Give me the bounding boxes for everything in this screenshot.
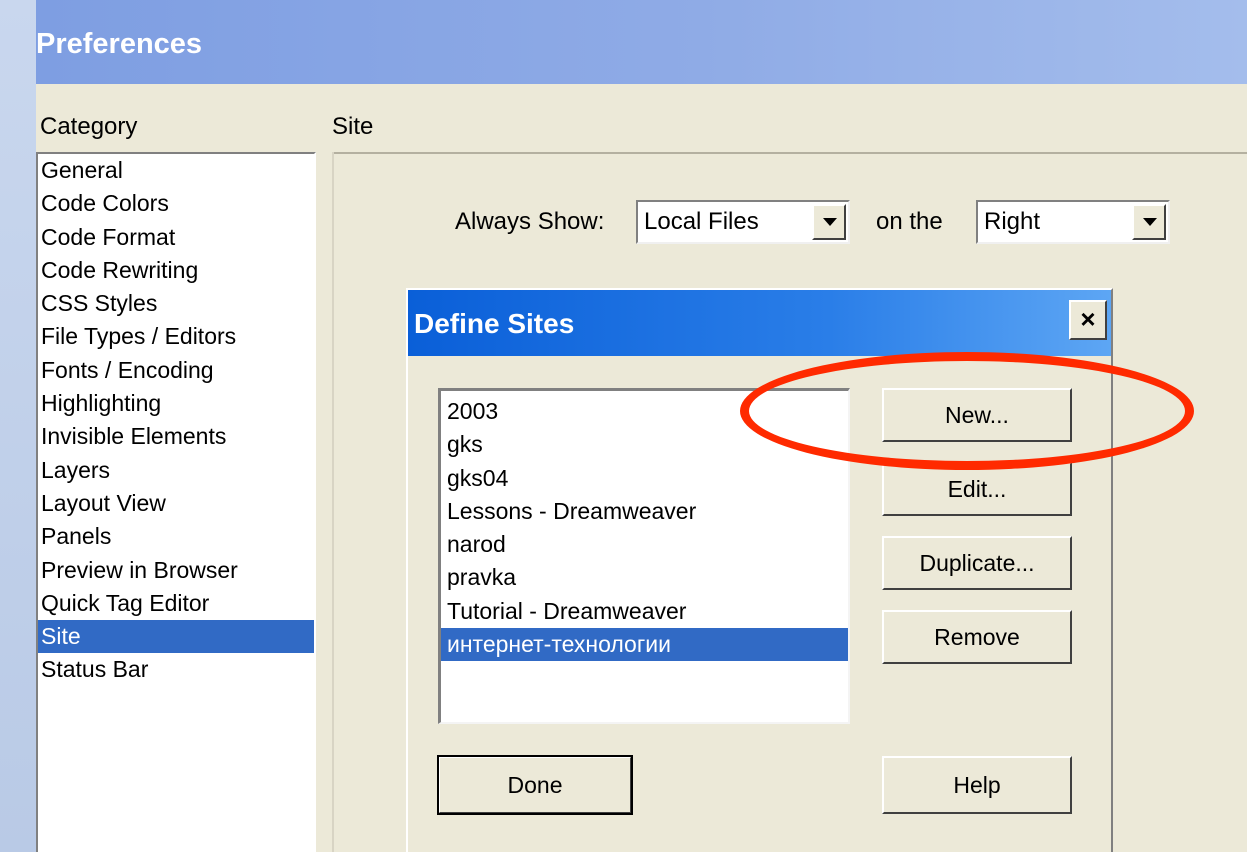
- site-list-item[interactable]: gks04: [441, 462, 848, 495]
- close-icon[interactable]: ×: [1069, 300, 1107, 340]
- site-list-item[interactable]: интернет-технологии: [441, 628, 848, 662]
- done-button[interactable]: Done: [437, 755, 633, 815]
- always-show-dropdown[interactable]: Local Files: [636, 200, 850, 244]
- site-list-item[interactable]: gks: [441, 428, 848, 461]
- category-item[interactable]: Quick Tag Editor: [38, 587, 314, 620]
- category-item[interactable]: Invisible Elements: [38, 420, 314, 453]
- remove-site-button[interactable]: Remove: [882, 610, 1072, 664]
- category-item[interactable]: Status Bar: [38, 653, 314, 686]
- site-list-item[interactable]: Lessons - Dreamweaver: [441, 495, 848, 528]
- category-item[interactable]: Layers: [38, 454, 314, 487]
- category-item[interactable]: File Types / Editors: [38, 320, 314, 353]
- define-sites-dialog: Define Sites × 2003 gks gks04 Lessons - Dre…: [406, 288, 1113, 852]
- help-button[interactable]: Help: [882, 756, 1072, 814]
- category-item[interactable]: Site: [38, 620, 314, 654]
- sites-list[interactable]: 2003 gks gks04 Lessons - Dreamweaver narod pr…: [438, 388, 850, 724]
- category-list[interactable]: General Code Colors Code Format Code Rewrit…: [36, 152, 316, 852]
- category-item[interactable]: Code Colors: [38, 187, 314, 220]
- category-item[interactable]: Fonts / Encoding: [38, 354, 314, 387]
- dialog-title: Define Sites: [414, 308, 575, 339]
- category-item[interactable]: Code Rewriting: [38, 254, 314, 287]
- new-site-button[interactable]: New...: [882, 388, 1072, 442]
- preferences-titlebar: Preferences: [36, 0, 1247, 84]
- site-divider: [332, 152, 1247, 154]
- category-item[interactable]: Code Format: [38, 221, 314, 254]
- always-show-value: Local Files: [644, 208, 759, 235]
- on-the-label: on the: [876, 208, 943, 235]
- site-panel-heading: Site: [332, 113, 374, 140]
- window-title: Preferences: [36, 28, 203, 60]
- chevron-down-icon[interactable]: [1132, 204, 1166, 240]
- dialog-titlebar: Define Sites ×: [408, 290, 1111, 356]
- site-list-item[interactable]: pravka: [441, 561, 848, 594]
- category-item[interactable]: Layout View: [38, 487, 314, 520]
- category-item[interactable]: Panels: [38, 520, 314, 553]
- site-panel-edge: [332, 152, 334, 852]
- chevron-down-icon[interactable]: [812, 204, 846, 240]
- side-dropdown[interactable]: Right: [976, 200, 1170, 244]
- category-item[interactable]: CSS Styles: [38, 287, 314, 320]
- site-list-item[interactable]: Tutorial - Dreamweaver: [441, 595, 848, 628]
- site-list-item[interactable]: narod: [441, 528, 848, 561]
- side-value: Right: [984, 208, 1041, 235]
- site-list-item[interactable]: 2003: [441, 395, 848, 428]
- category-item[interactable]: Highlighting: [38, 387, 314, 420]
- always-show-label: Always Show:: [455, 208, 605, 235]
- category-item[interactable]: Preview in Browser: [38, 554, 314, 587]
- duplicate-site-button[interactable]: Duplicate...: [882, 536, 1072, 590]
- edit-site-button[interactable]: Edit...: [882, 462, 1072, 516]
- category-heading: Category: [40, 113, 138, 140]
- category-item[interactable]: General: [38, 154, 314, 187]
